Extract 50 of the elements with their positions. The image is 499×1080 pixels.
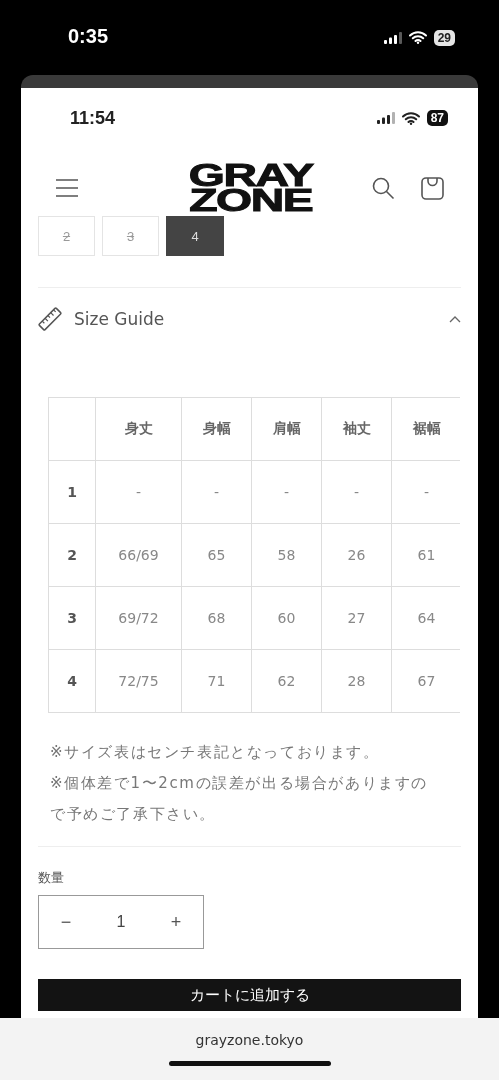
table-cell: 27: [321, 586, 392, 650]
quantity-stepper[interactable]: − 1 +: [38, 895, 204, 949]
status-time: 11:54: [70, 107, 116, 129]
increase-button[interactable]: +: [149, 896, 203, 948]
size-cell: 2: [48, 523, 96, 587]
note-text: ※個体差で1〜2cmの誤差が出る場合がありますので予めご了承下さい。: [50, 773, 429, 825]
table-cell: 71: [181, 649, 252, 713]
note-text: ※サイズ表はセンチ表記となっております。: [50, 742, 381, 763]
table-cell: 68: [181, 586, 252, 650]
size-option[interactable]: 4: [166, 216, 224, 256]
add-to-cart-button[interactable]: カートに追加する: [38, 979, 461, 1011]
table-cell: 28: [321, 649, 392, 713]
table-cell: 26: [321, 523, 392, 587]
url-text[interactable]: grayzone.tokyo: [195, 1032, 304, 1048]
wifi-icon: [408, 31, 427, 44]
decrease-button[interactable]: −: [39, 896, 93, 948]
logo[interactable]: GRAY ZONE: [188, 163, 313, 213]
table-cell: -: [95, 460, 182, 524]
bag-icon[interactable]: [421, 176, 444, 200]
chevron-icon: [449, 315, 461, 323]
column-header: 肩幅: [251, 397, 322, 461]
column-header: 身丈: [95, 397, 182, 461]
size-cell: 4: [48, 649, 96, 713]
column-header: 袖丈: [321, 397, 392, 461]
table-cell: 69/72: [95, 586, 182, 650]
table-cell: -: [181, 460, 252, 524]
quantity-input[interactable]: 1: [99, 912, 143, 932]
menu-icon[interactable]: [55, 178, 79, 198]
signal-icon: [376, 112, 395, 124]
column-header: 裾幅: [391, 397, 460, 461]
battery-icon: 29: [433, 29, 455, 46]
table-cell: 58: [251, 523, 322, 587]
table-cell: 60: [251, 586, 322, 650]
table-cell: 66/69: [95, 523, 182, 587]
search-icon[interactable]: [372, 176, 395, 200]
wifi-icon: [401, 111, 420, 125]
column-header: 身幅: [181, 397, 252, 461]
signal-icon: [383, 31, 402, 44]
size-cell: 1: [48, 460, 96, 524]
table-cell: -: [251, 460, 322, 524]
size-guide-toggle[interactable]: Size Guide: [21, 288, 478, 350]
table-cell: 72/75: [95, 649, 182, 713]
table-cell: -: [321, 460, 392, 524]
quantity-label: 数量: [38, 869, 65, 887]
size-cell: 3: [48, 586, 96, 650]
battery-icon: 87: [426, 110, 448, 126]
table-cell: 65: [181, 523, 252, 587]
table-cell: 62: [251, 649, 322, 713]
ruler-icon: [37, 306, 63, 332]
status-time: 0:35: [68, 25, 109, 48]
